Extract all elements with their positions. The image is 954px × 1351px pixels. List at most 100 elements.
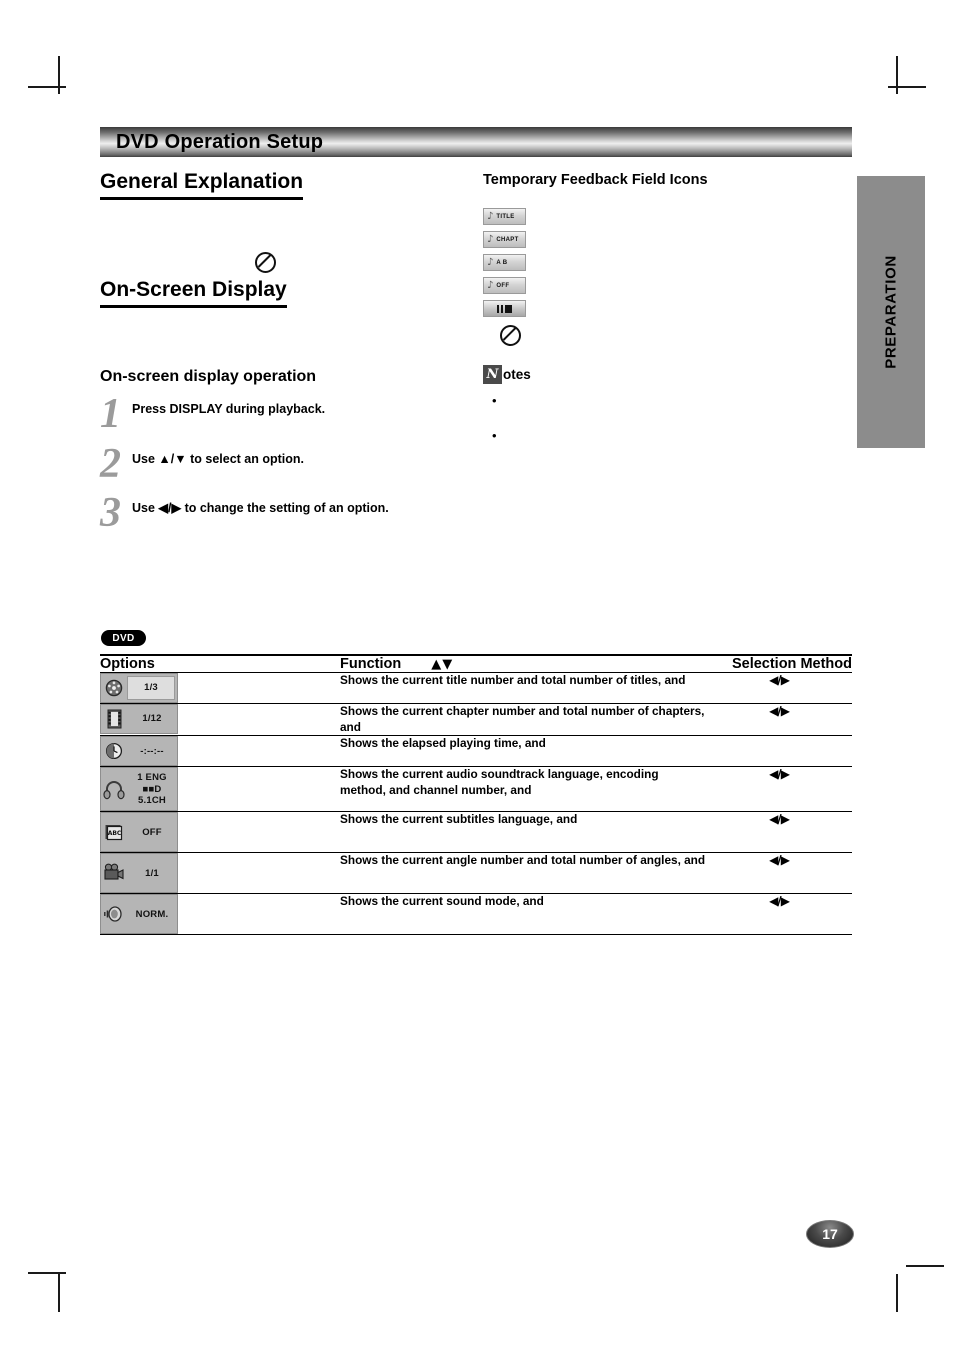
column-header-function: Function ▲▼ bbox=[340, 654, 706, 673]
feedback-icon-chapter: ♪ CHAPT bbox=[483, 231, 526, 248]
option-cell: 1/3 bbox=[100, 672, 340, 704]
column-header-options: Options bbox=[100, 654, 340, 673]
osd-chip-value: -:--:-- bbox=[140, 745, 164, 757]
function-cell: Shows the elapsed playing time, and bbox=[340, 735, 706, 768]
notes-label: otes bbox=[503, 367, 531, 382]
selection-method-cell: ◀/▶ bbox=[706, 672, 852, 704]
pause-bar-icon bbox=[497, 304, 499, 313]
osd-options-table: Options Function ▲▼ Selection Method 1/3… bbox=[100, 654, 852, 936]
crop-mark-bottom-left-h bbox=[28, 1272, 66, 1274]
notes-bullet: • bbox=[492, 428, 497, 443]
step-text: Use ◀/▶ to change the setting of an opti… bbox=[132, 501, 389, 516]
marker-note-icon: ♪ bbox=[487, 210, 494, 222]
feedback-icon-label: OFF bbox=[496, 282, 510, 289]
marker-note-icon: ♪ bbox=[487, 233, 494, 245]
osd-chip-chapter: 1/12 bbox=[100, 704, 178, 734]
selection-method-cell: ◀/▶ bbox=[706, 703, 852, 737]
osd-chip-title: 1/3 bbox=[100, 673, 178, 703]
marker-note-icon: ♪ bbox=[487, 279, 494, 291]
crop-mark-bottom-right-h bbox=[906, 1265, 944, 1267]
side-tab-preparation: PREPARATION bbox=[857, 176, 925, 448]
step-number: 3 bbox=[100, 490, 121, 537]
osd-chip-value: 1/12 bbox=[142, 713, 162, 725]
option-cell: -:--:-- bbox=[100, 735, 340, 768]
selection-method-cell: ◀/▶ bbox=[706, 766, 852, 813]
subtitle-abc-icon: ABC bbox=[101, 822, 127, 842]
osd-chip-value: 1/1 bbox=[145, 867, 159, 879]
title-disc-icon bbox=[101, 679, 127, 698]
osd-chip-angle: 1/1 bbox=[100, 853, 178, 894]
side-tab-label: PREPARATION bbox=[882, 255, 900, 369]
function-cell: Shows the current subtitles language, an… bbox=[340, 811, 706, 854]
left-column: General Explanation On-Screen Display On… bbox=[100, 170, 470, 547]
selection-method-cell: ◀/▶ bbox=[706, 852, 852, 895]
step-item: 2 Use ▲/▼ to select an option. bbox=[100, 443, 470, 484]
function-cell: Shows the current chapter number and tot… bbox=[340, 703, 706, 737]
feedback-icon-label: TITLE bbox=[496, 213, 515, 220]
step-item: 3 Use ◀/▶ to change the setting of an op… bbox=[100, 490, 470, 537]
osd-chip-value: NORM. bbox=[135, 908, 169, 920]
osd-chip-time: -:--:-- bbox=[100, 736, 178, 767]
notes-bullet: • bbox=[492, 393, 497, 408]
banner-title: DVD Operation Setup bbox=[116, 130, 324, 153]
no-entry-icon bbox=[500, 325, 521, 346]
step-text: Press DISPLAY during playback. bbox=[132, 402, 326, 416]
angle-camera-icon bbox=[101, 863, 127, 883]
dvd-media-badge: DVD bbox=[101, 630, 146, 646]
section-banner: DVD Operation Setup bbox=[100, 127, 852, 157]
table-row: 1/1 Shows the current angle number and t… bbox=[100, 852, 852, 895]
osd-chip-value: 1 ENG ■■D 5.1CH bbox=[137, 772, 167, 806]
sound-mode-icon bbox=[101, 904, 127, 924]
option-cell: ABC OFF bbox=[100, 811, 340, 854]
table-row: 1/3 Shows the current title number and t… bbox=[100, 672, 852, 704]
table-row: ABC OFF Shows the current subtitles lang… bbox=[100, 811, 852, 854]
notes-badge: N bbox=[483, 365, 502, 384]
function-cell: Shows the current angle number and total… bbox=[340, 852, 706, 895]
feedback-icon-title: ♪ TITLE bbox=[483, 208, 526, 225]
table-header-row: Options Function ▲▼ Selection Method bbox=[100, 654, 852, 673]
step-text: Use ▲/▼ to select an option. bbox=[132, 451, 304, 466]
feedback-icon-off: ♪ OFF bbox=[483, 277, 526, 294]
stop-square-icon bbox=[505, 304, 512, 313]
selection-method-cell: ◀/▶ bbox=[706, 893, 852, 936]
crop-mark-top-left-h bbox=[28, 86, 66, 88]
right-column: Temporary Feedback Field Icons ♪ TITLE ♪… bbox=[483, 172, 813, 442]
step-item: 1 Press DISPLAY during playback. bbox=[100, 391, 470, 437]
no-entry-icon bbox=[255, 252, 276, 273]
option-cell: NORM. bbox=[100, 893, 340, 936]
function-cell: Shows the current sound mode, and bbox=[340, 893, 706, 936]
subheading-osd-operation: On-screen display operation bbox=[100, 368, 317, 385]
osd-chip-sound-mode: NORM. bbox=[100, 894, 178, 935]
heading-general-explanation: General Explanation bbox=[100, 170, 304, 200]
crop-mark-top-right-v bbox=[896, 56, 898, 94]
crop-mark-bottom-left-v bbox=[58, 1274, 60, 1312]
column-header-selection-method: Selection Method bbox=[706, 654, 852, 673]
heading-on-screen-display: On-Screen Display bbox=[100, 278, 287, 308]
notes-heading: N otes bbox=[483, 365, 813, 384]
feedback-icon-label: A B bbox=[496, 259, 508, 266]
heading-temporary-feedback-field-icons: Temporary Feedback Field Icons bbox=[483, 172, 708, 188]
pause-bar-icon bbox=[501, 304, 503, 313]
selection-method-cell: ◀/▶ bbox=[706, 811, 852, 854]
table-row: -:--:-- Shows the elapsed playing time, … bbox=[100, 735, 852, 768]
option-cell: 1 ENG ■■D 5.1CH bbox=[100, 766, 340, 813]
column-header-function-label: Function bbox=[340, 656, 402, 672]
table-row: 1/12 Shows the current chapter number an… bbox=[100, 703, 852, 737]
step-number: 1 bbox=[100, 391, 121, 437]
table-row: 1 ENG ■■D 5.1CH Shows the current audio … bbox=[100, 766, 852, 813]
selection-method-cell bbox=[706, 735, 852, 768]
feedback-icon-pause bbox=[483, 300, 526, 317]
chapter-film-icon bbox=[101, 709, 127, 729]
osd-chip-audio: 1 ENG ■■D 5.1CH bbox=[100, 767, 178, 812]
feedback-icon-ab-repeat: ♪ A B bbox=[483, 254, 526, 271]
option-cell: 1/12 bbox=[100, 703, 340, 737]
up-down-arrows-icon: ▲▼ bbox=[431, 657, 454, 672]
time-clock-icon bbox=[101, 742, 127, 761]
marker-note-icon: ♪ bbox=[487, 256, 494, 268]
audio-headphones-icon bbox=[101, 777, 127, 801]
osd-chip-subtitle: ABC OFF bbox=[100, 812, 178, 853]
feedback-icon-label: CHAPT bbox=[496, 236, 519, 243]
crop-mark-top-right-h bbox=[888, 86, 926, 88]
option-cell: 1/1 bbox=[100, 852, 340, 895]
crop-mark-bottom-right-v bbox=[896, 1274, 898, 1312]
